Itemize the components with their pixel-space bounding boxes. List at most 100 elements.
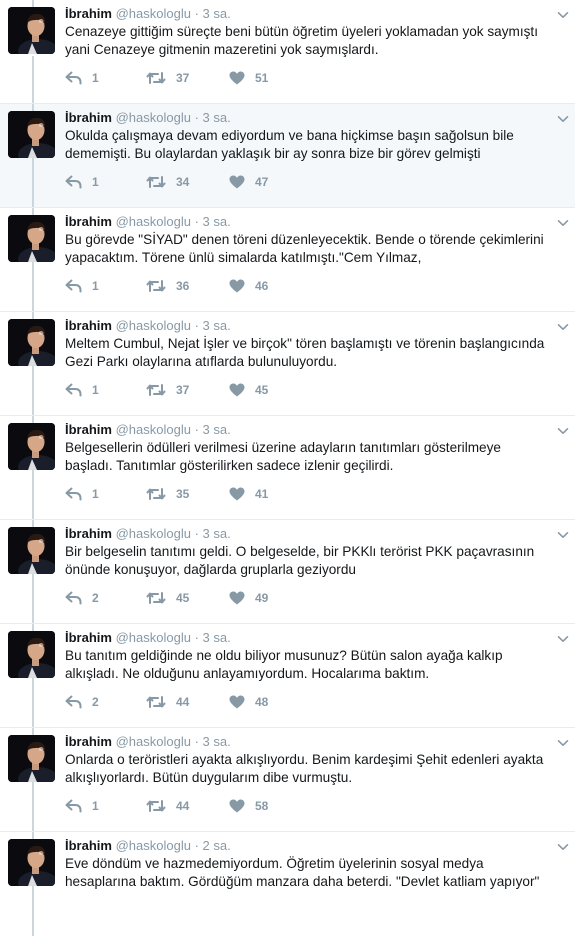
avatar[interactable] <box>8 839 55 886</box>
chevron-down-icon[interactable] <box>557 8 569 20</box>
like-button[interactable]: 47 <box>229 173 268 191</box>
retweet-button[interactable]: 35 <box>146 485 189 503</box>
chevron-down-icon[interactable] <box>557 424 569 436</box>
tweet-header: İbrahim @haskologlu · 3 sa. <box>65 109 231 127</box>
retweet-icon <box>146 383 166 397</box>
tweet[interactable]: İbrahim @haskologlu · 3 sa. Cenazeye git… <box>0 0 575 104</box>
retweet-button[interactable]: 45 <box>146 589 189 607</box>
chevron-down-icon[interactable] <box>557 632 569 644</box>
like-button[interactable]: 48 <box>229 693 268 711</box>
chevron-down-icon[interactable] <box>557 112 569 124</box>
retweet-button[interactable]: 34 <box>146 173 189 191</box>
avatar[interactable] <box>8 215 55 262</box>
tweet-actions: 1 36 46 <box>65 277 365 295</box>
author-handle[interactable]: @haskologlu <box>116 318 191 333</box>
tweet-header: İbrahim @haskologlu · 3 sa. <box>65 421 231 439</box>
tweet-text-line: Eve döndüm ve hazmedemiyordum. Öğretim ü… <box>65 856 484 871</box>
tweet-text-line: önünde konuşuyor, dağlarda gruplarla gez… <box>65 562 356 577</box>
author-name[interactable]: İbrahim <box>65 110 112 125</box>
tweet[interactable]: İbrahim @haskologlu · 3 sa. Bu görevde "… <box>0 208 575 312</box>
author-name[interactable]: İbrahim <box>65 422 112 437</box>
reply-button[interactable]: 1 <box>65 173 99 191</box>
tweet-timestamp[interactable]: 3 sa. <box>203 318 231 333</box>
avatar[interactable] <box>8 111 55 158</box>
author-handle[interactable]: @haskologlu <box>116 110 191 125</box>
reply-button[interactable]: 2 <box>65 589 99 607</box>
author-name[interactable]: İbrahim <box>65 526 112 541</box>
tweet-header: İbrahim @haskologlu · 3 sa. <box>65 317 231 335</box>
tweet[interactable]: İbrahim @haskologlu · 3 sa. Bir belgesel… <box>0 520 575 624</box>
reply-button[interactable]: 1 <box>65 797 99 815</box>
tweet-timestamp[interactable]: 2 sa. <box>203 838 231 853</box>
tweet-text-line: başladı. Tanıtımlar gösterilirken sadece… <box>65 458 394 473</box>
avatar[interactable] <box>8 735 55 782</box>
avatar[interactable] <box>8 423 55 470</box>
author-handle[interactable]: @haskologlu <box>116 838 191 853</box>
retweet-count: 34 <box>176 175 190 189</box>
chevron-down-icon[interactable] <box>557 216 569 228</box>
author-handle[interactable]: @haskologlu <box>116 422 191 437</box>
author-handle[interactable]: @haskologlu <box>116 630 191 645</box>
author-handle[interactable]: @haskologlu <box>116 526 191 541</box>
tweet-timestamp[interactable]: 3 sa. <box>203 734 231 749</box>
author-name[interactable]: İbrahim <box>65 734 112 749</box>
retweet-icon <box>146 175 166 189</box>
tweet-timestamp[interactable]: 3 sa. <box>203 6 231 21</box>
chevron-down-icon[interactable] <box>557 840 569 852</box>
tweet-text-line: Bu tanıtım geldiğinde ne oldu biliyor mu… <box>65 648 503 663</box>
author-name[interactable]: İbrahim <box>65 214 112 229</box>
author-name[interactable]: İbrahim <box>65 6 112 21</box>
retweet-button[interactable]: 44 <box>146 797 189 815</box>
tweet[interactable]: İbrahim @haskologlu · 3 sa. Onlarda o te… <box>0 728 575 832</box>
reply-count: 1 <box>92 799 99 813</box>
avatar[interactable] <box>8 319 55 366</box>
reply-count: 1 <box>92 383 99 397</box>
author-name[interactable]: İbrahim <box>65 838 112 853</box>
tweet-timestamp[interactable]: 3 sa. <box>203 630 231 645</box>
tweet[interactable]: İbrahim @haskologlu · 3 sa. Okulda çalış… <box>0 104 575 208</box>
chevron-down-icon[interactable] <box>557 320 569 332</box>
tweet-text-line: alkışladı. Ne olduğunu anlayamıyordum. H… <box>65 666 430 681</box>
avatar[interactable] <box>8 7 55 54</box>
author-name[interactable]: İbrahim <box>65 318 112 333</box>
tweet[interactable]: İbrahim @haskologlu · 3 sa. Meltem Cumbu… <box>0 312 575 416</box>
tweet-timestamp[interactable]: 3 sa. <box>203 214 231 229</box>
retweet-button[interactable]: 37 <box>146 381 189 399</box>
author-name[interactable]: İbrahim <box>65 630 112 645</box>
tweet-timestamp[interactable]: 3 sa. <box>203 110 231 125</box>
retweet-button[interactable]: 36 <box>146 277 189 295</box>
tweet[interactable]: İbrahim @haskologlu · 3 sa. Belgeselleri… <box>0 416 575 520</box>
author-handle[interactable]: @haskologlu <box>116 734 191 749</box>
like-count: 41 <box>255 487 269 501</box>
reply-count: 1 <box>92 279 99 293</box>
tweet[interactable]: İbrahim @haskologlu · 3 sa. Bu tanıtım g… <box>0 624 575 728</box>
like-button[interactable]: 41 <box>229 485 268 503</box>
avatar[interactable] <box>8 631 55 678</box>
retweet-button[interactable]: 44 <box>146 693 189 711</box>
like-button[interactable]: 45 <box>229 381 268 399</box>
author-handle[interactable]: @haskologlu <box>116 214 191 229</box>
like-button[interactable]: 46 <box>229 277 268 295</box>
tweet-text: Bu görevde "SİYAD" denen töreni düzenley… <box>65 231 570 267</box>
tweet-timestamp[interactable]: 3 sa. <box>203 422 231 437</box>
reply-icon <box>65 799 82 813</box>
retweet-count: 45 <box>176 591 190 605</box>
like-button[interactable]: 51 <box>229 69 268 87</box>
retweet-count: 37 <box>176 71 190 85</box>
reply-button[interactable]: 1 <box>65 485 99 503</box>
thread-connector-line <box>32 56 34 103</box>
avatar[interactable] <box>8 527 55 574</box>
tweet[interactable]: İbrahim @haskologlu · 2 sa. Eve döndüm v… <box>0 832 575 936</box>
tweet-text-line: yapacaktım. Törene ünlü simalarda katılm… <box>65 250 422 265</box>
chevron-down-icon[interactable] <box>557 528 569 540</box>
like-button[interactable]: 49 <box>229 589 268 607</box>
reply-button[interactable]: 1 <box>65 69 99 87</box>
reply-button[interactable]: 2 <box>65 693 99 711</box>
reply-button[interactable]: 1 <box>65 277 99 295</box>
author-handle[interactable]: @haskologlu <box>116 6 191 21</box>
tweet-timestamp[interactable]: 3 sa. <box>203 526 231 541</box>
reply-button[interactable]: 1 <box>65 381 99 399</box>
chevron-down-icon[interactable] <box>557 736 569 748</box>
retweet-button[interactable]: 37 <box>146 69 189 87</box>
like-button[interactable]: 58 <box>229 797 268 815</box>
